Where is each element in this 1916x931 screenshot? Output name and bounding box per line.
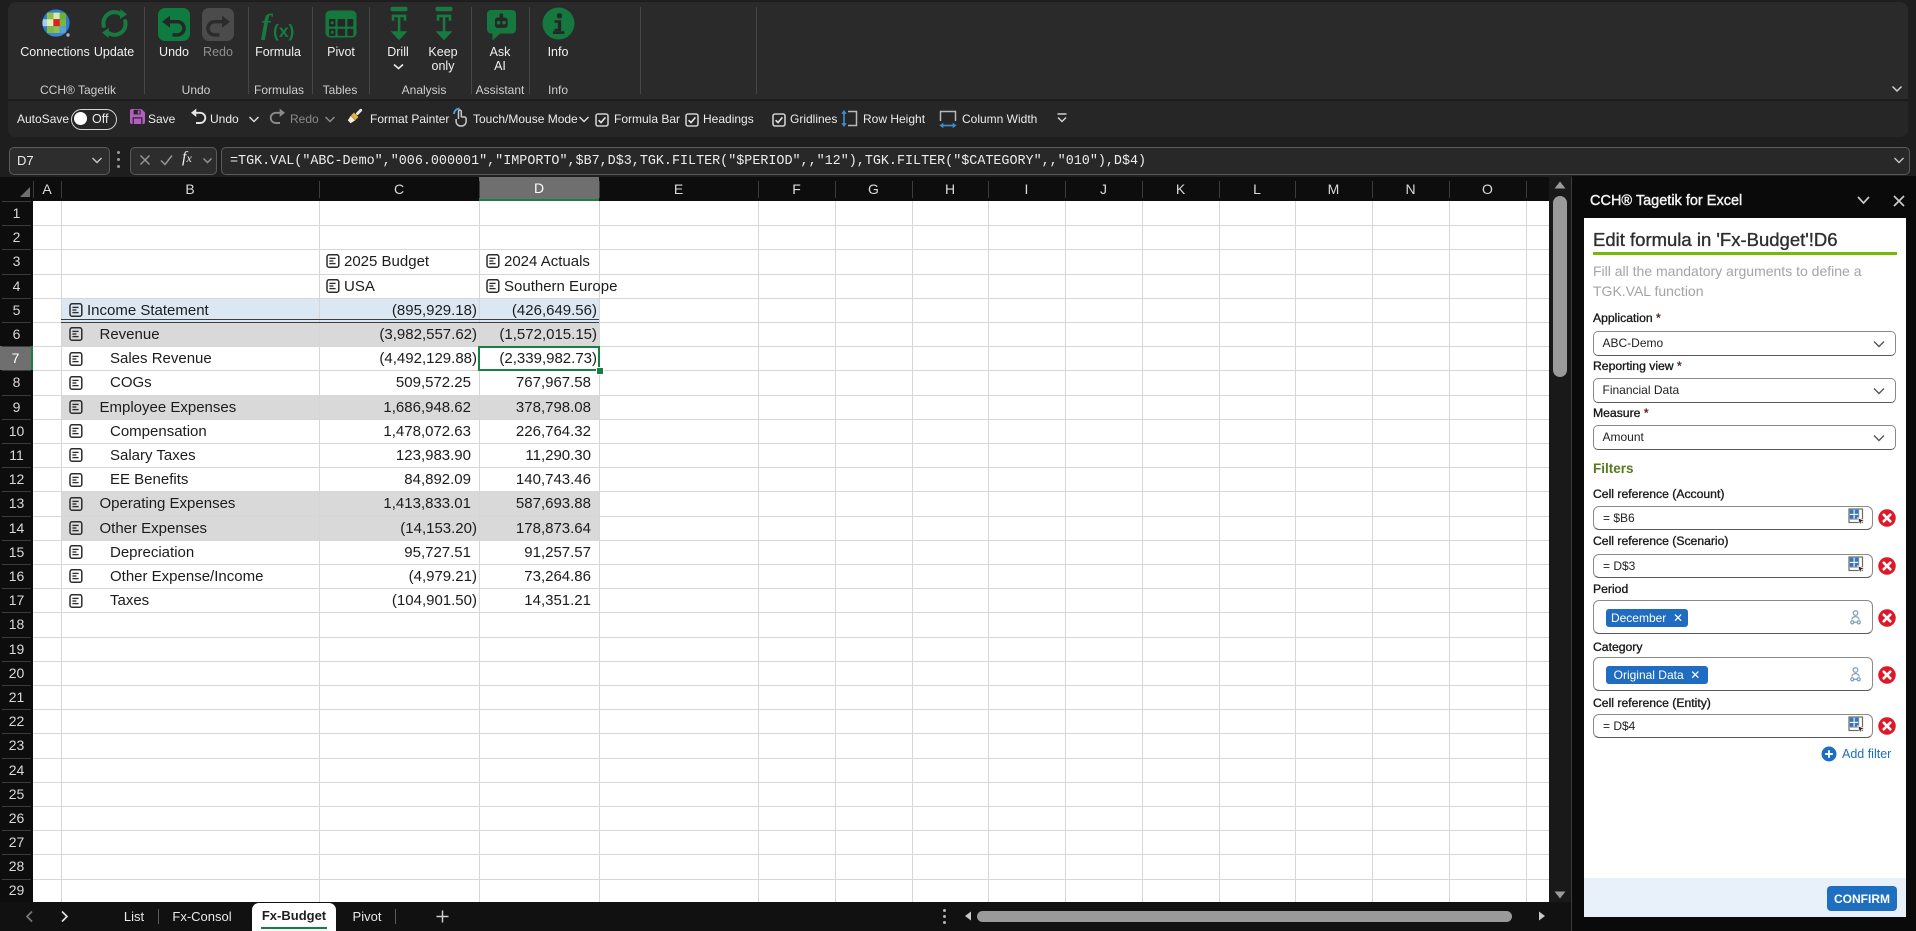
svg-text:(x): (x)	[273, 21, 294, 41]
